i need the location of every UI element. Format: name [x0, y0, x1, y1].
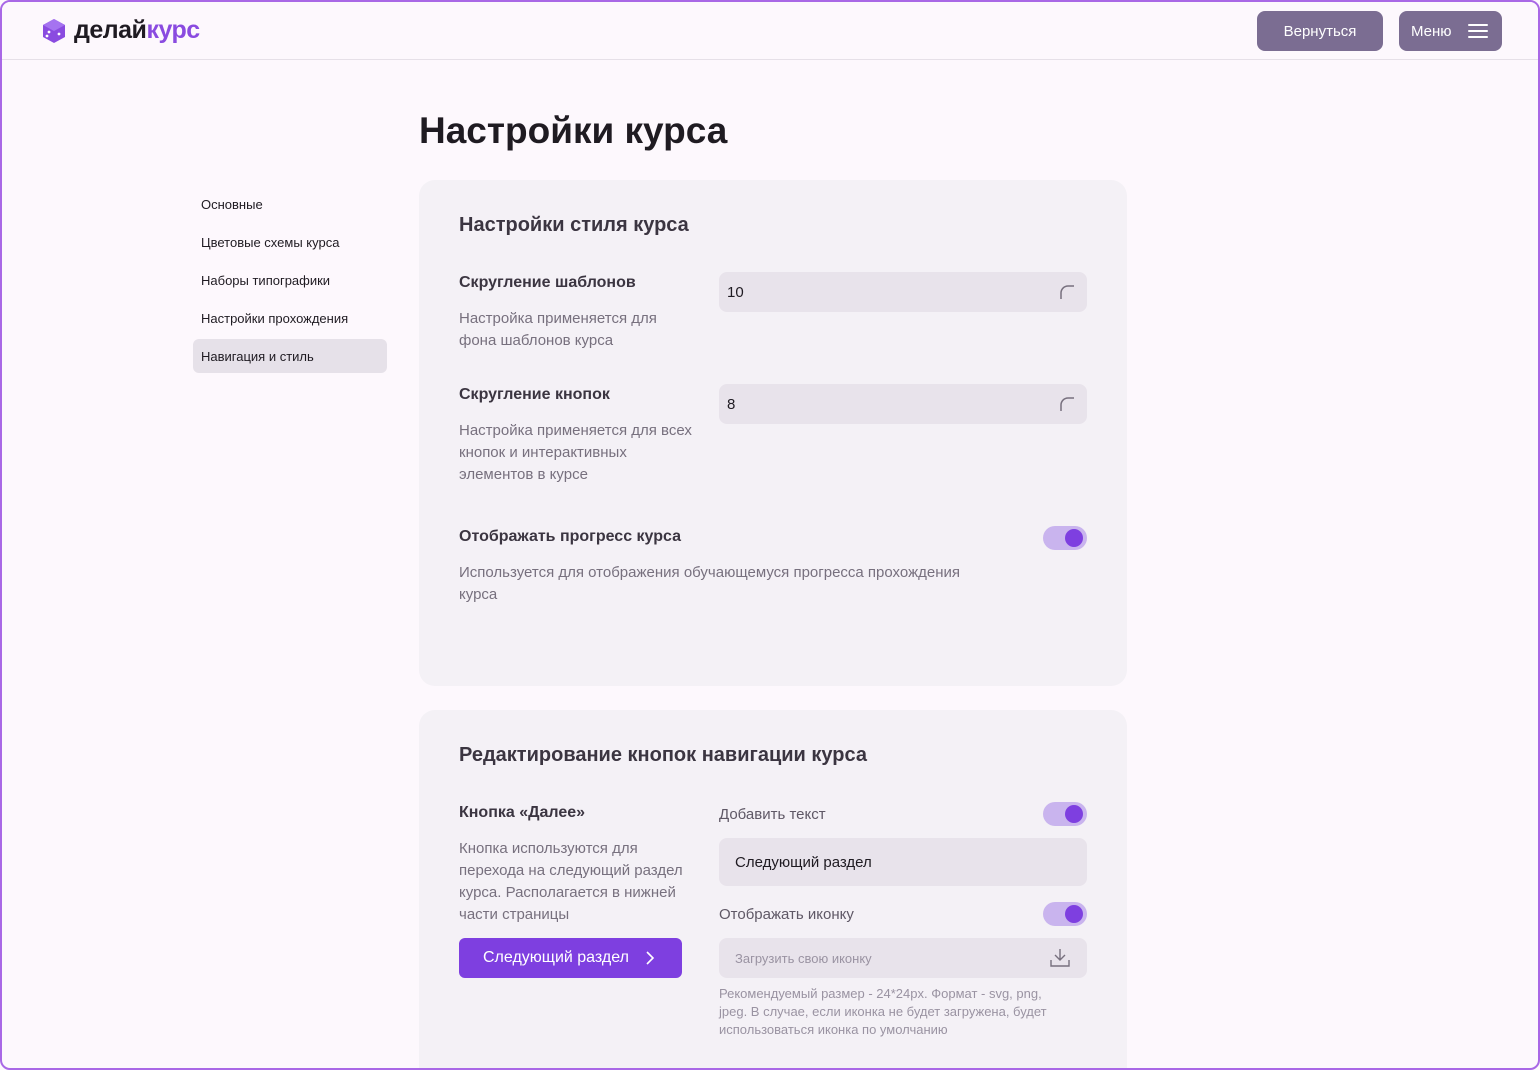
sidebar-item-navigation-style[interactable]: Навигация и стиль: [193, 339, 387, 373]
sidebar-item-completion[interactable]: Настройки прохождения: [193, 301, 387, 335]
sidebar-item-basic[interactable]: Основные: [193, 187, 387, 221]
sidebar-item-color-schemes[interactable]: Цветовые схемы курса: [193, 225, 387, 259]
show-progress-desc: Используется для отображения обучающемус…: [459, 564, 960, 603]
style-settings-card: Настройки стиля курса Скругление шаблоно…: [419, 180, 1127, 686]
logo[interactable]: делайкурс: [40, 16, 200, 45]
back-button[interactable]: Вернуться: [1257, 11, 1383, 51]
upload-icon-field[interactable]: Загрузить свою иконку: [719, 938, 1087, 978]
template-rounding-label: Скругление шаблонов: [459, 274, 636, 291]
menu-button[interactable]: Меню: [1399, 11, 1502, 51]
download-icon: [1050, 949, 1070, 967]
upload-icon-placeholder: Загрузить свою иконку: [735, 950, 872, 966]
top-header: делайкурс Вернуться Меню: [2, 2, 1538, 60]
add-text-label: Добавить текст: [719, 806, 826, 823]
show-progress-label: Отображать прогресс курса: [459, 528, 681, 545]
hamburger-icon: [1467, 24, 1488, 38]
logo-text: делайкурс: [74, 16, 200, 44]
next-button-label: Кнопка «Далее»: [459, 804, 586, 821]
sidebar-item-typography[interactable]: Наборы типографики: [193, 263, 387, 297]
menu-button-label: Меню: [1411, 22, 1452, 40]
next-section-preview-label: Следующий раздел: [483, 949, 629, 966]
button-text-input[interactable]: Следующий раздел: [719, 838, 1087, 886]
cube-logo-icon: [43, 18, 65, 43]
button-rounding-label: Скругление кнопок: [459, 386, 610, 403]
template-rounding-value: 10: [727, 283, 744, 301]
navigation-buttons-card: Редактирование кнопок навигации курса Кн…: [419, 710, 1127, 1068]
settings-sidebar: Основные Цветовые схемы курса Наборы тип…: [193, 187, 387, 377]
corner-radius-icon: [1060, 397, 1074, 411]
button-rounding-desc: Настройка применяется для всех кнопок и …: [459, 422, 692, 483]
button-rounding-input[interactable]: 8: [719, 384, 1087, 424]
show-progress-toggle[interactable]: [1043, 526, 1087, 550]
card-title: Редактирование кнопок навигации курса: [459, 744, 867, 766]
template-rounding-desc: Настройка применяется для фона шаблонов …: [459, 310, 657, 349]
card-title: Настройки стиля курса: [459, 214, 689, 236]
page-title: Настройки курса: [419, 110, 728, 151]
show-icon-label: Отображать иконку: [719, 906, 854, 923]
app-window: делайкурс Вернуться Меню Основные Цветов…: [0, 0, 1540, 1070]
button-rounding-value: 8: [727, 395, 736, 413]
upload-hint: Рекомендуемый размер - 24*24px. Формат -…: [719, 986, 1047, 1037]
next-section-preview-button[interactable]: Следующий раздел: [459, 938, 682, 978]
add-text-toggle[interactable]: [1043, 802, 1087, 826]
show-icon-toggle[interactable]: [1043, 902, 1087, 926]
chevron-right-icon: [646, 951, 655, 965]
button-text-value: Следующий раздел: [735, 853, 872, 871]
template-rounding-input[interactable]: 10: [719, 272, 1087, 312]
corner-radius-icon: [1060, 285, 1074, 299]
next-button-desc: Кнопка используются для перехода на след…: [459, 840, 683, 923]
